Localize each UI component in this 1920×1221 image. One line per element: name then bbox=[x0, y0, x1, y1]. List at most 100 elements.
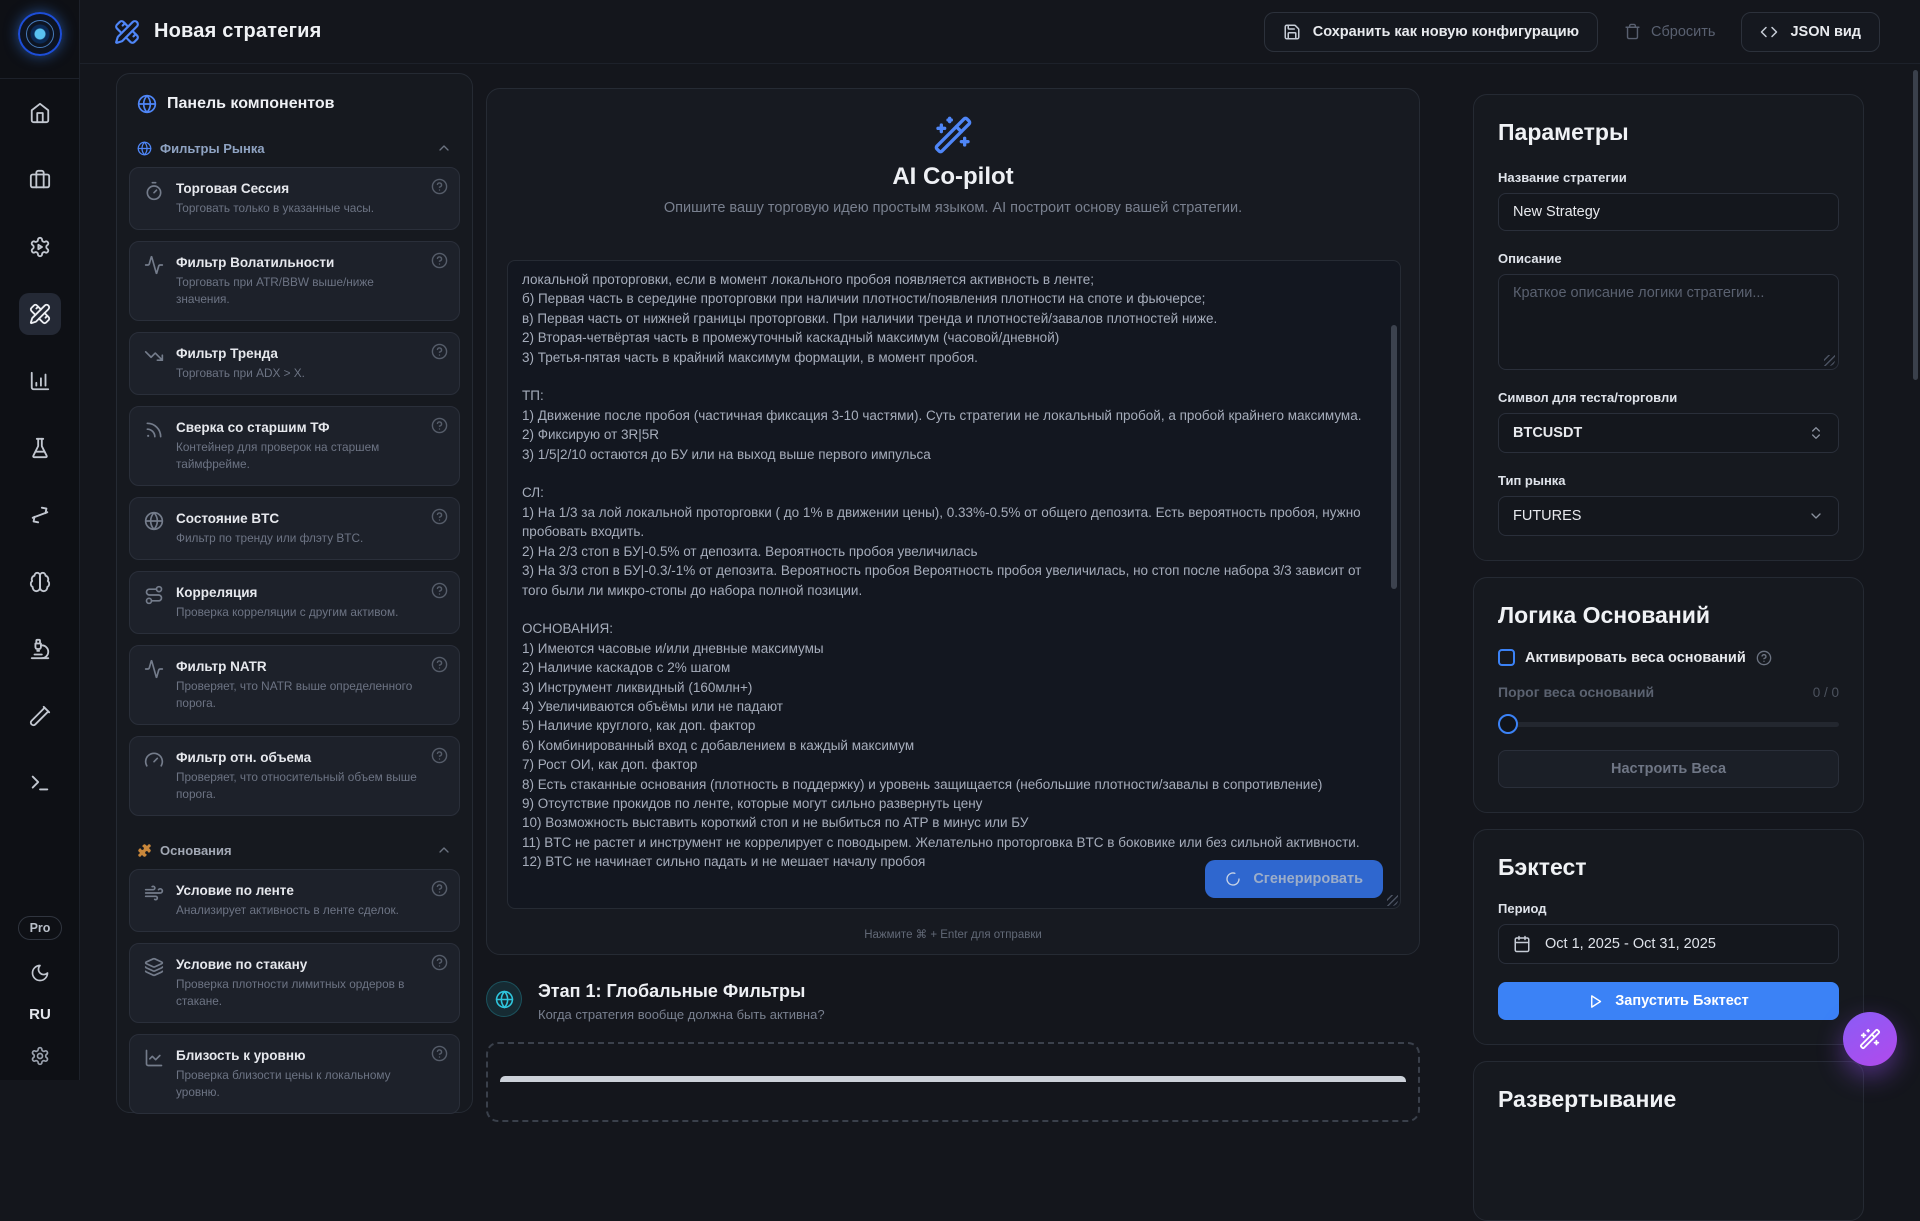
pro-badge[interactable]: Pro bbox=[18, 916, 63, 940]
help-icon[interactable] bbox=[431, 747, 448, 764]
home-icon bbox=[29, 102, 51, 124]
globe-icon bbox=[144, 511, 164, 531]
component-card-level-proximity[interactable]: Близость к уровню Проверка близости цены… bbox=[129, 1034, 460, 1114]
reset-button[interactable]: Сбросить bbox=[1624, 23, 1715, 40]
trending-down-icon bbox=[144, 346, 164, 366]
language-switch[interactable]: RU bbox=[29, 1006, 51, 1023]
description-textarea[interactable]: Краткое описание логики стратегии... bbox=[1498, 274, 1839, 370]
component-card-btc-state[interactable]: Состояние BTC Фильтр по тренду или флэту… bbox=[129, 497, 460, 560]
ai-copilot-card: AI Co-pilot Опишите вашу торговую идею п… bbox=[486, 88, 1420, 955]
help-icon[interactable] bbox=[431, 880, 448, 897]
help-icon[interactable] bbox=[431, 252, 448, 269]
component-card-volatility-filter[interactable]: Фильтр Волатильности Торговать при ATR/B… bbox=[129, 241, 460, 321]
pencil-ruler-icon bbox=[114, 19, 140, 45]
rail-item-analytics[interactable] bbox=[19, 360, 61, 402]
json-view-button[interactable]: JSON вид bbox=[1741, 12, 1880, 52]
help-icon[interactable] bbox=[431, 1045, 448, 1062]
help-icon[interactable] bbox=[1756, 650, 1772, 666]
component-desc: Контейнер для проверок на старшем таймфр… bbox=[176, 439, 423, 473]
wind-icon bbox=[144, 883, 164, 903]
save-config-label: Сохранить как новую конфигурацию bbox=[1313, 24, 1579, 40]
rail-item-home[interactable] bbox=[19, 92, 61, 134]
component-card-htf-check[interactable]: Сверка со старшим ТФ Контейнер для прове… bbox=[129, 406, 460, 486]
component-desc: Анализирует активность в ленте сделок. bbox=[176, 902, 399, 919]
rail-item-terminal[interactable] bbox=[19, 762, 61, 804]
configure-weights-button[interactable]: Настроить Веса bbox=[1498, 750, 1839, 788]
activity-icon bbox=[144, 659, 164, 679]
component-desc: Проверка близости цены к локальному уров… bbox=[176, 1067, 423, 1101]
component-card-tape-condition[interactable]: Условие по ленте Анализирует активность … bbox=[129, 869, 460, 932]
chevron-up-icon[interactable] bbox=[436, 842, 452, 858]
divergence-icon bbox=[29, 504, 51, 526]
moon-icon bbox=[30, 963, 50, 983]
rail-settings[interactable] bbox=[30, 1046, 50, 1066]
flask-icon bbox=[29, 437, 51, 459]
component-card-orderbook-condition[interactable]: Условие по стакану Проверка плотности ли… bbox=[129, 943, 460, 1023]
help-icon[interactable] bbox=[431, 508, 448, 525]
layers-icon bbox=[144, 957, 164, 977]
resize-handle-icon[interactable] bbox=[1824, 355, 1835, 366]
route-icon bbox=[144, 585, 164, 605]
rail-item-lab[interactable] bbox=[19, 427, 61, 469]
component-card-rel-volume-filter[interactable]: Фильтр отн. объема Проверяет, что относи… bbox=[129, 736, 460, 816]
slider-thumb[interactable] bbox=[1498, 714, 1518, 734]
rail-divider bbox=[0, 78, 80, 79]
textarea-scrollbar[interactable] bbox=[1391, 325, 1397, 589]
description-label: Описание bbox=[1498, 251, 1839, 266]
help-icon[interactable] bbox=[431, 178, 448, 195]
component-card-trend-filter[interactable]: Фильтр Тренда Торговать при ADX > X. bbox=[129, 332, 460, 395]
strategy-name-input[interactable] bbox=[1498, 193, 1839, 231]
chevrons-up-down-icon bbox=[1808, 425, 1824, 441]
rail-item-portfolio[interactable] bbox=[19, 159, 61, 201]
component-card-trading-session[interactable]: Торговая Сессия Торговать только в указа… bbox=[129, 167, 460, 230]
help-icon[interactable] bbox=[431, 582, 448, 599]
rail-item-automation[interactable] bbox=[19, 226, 61, 268]
save-config-button[interactable]: Сохранить как новую конфигурацию bbox=[1264, 12, 1598, 52]
chevron-up-icon[interactable] bbox=[436, 140, 452, 156]
slider-track bbox=[1498, 722, 1839, 727]
rail-item-flows[interactable] bbox=[19, 494, 61, 536]
chevron-down-icon bbox=[1808, 508, 1824, 524]
terminal-icon bbox=[29, 772, 51, 794]
top-bar-actions: Сохранить как новую конфигурацию Сбросит… bbox=[1264, 12, 1880, 52]
rail-bottom: Pro RU bbox=[0, 916, 80, 1080]
symbol-select[interactable]: BTCUSDT bbox=[1498, 413, 1839, 453]
component-card-natr-filter[interactable]: Фильтр NATR Проверяет, что NATR выше опр… bbox=[129, 645, 460, 725]
market-type-select[interactable]: FUTURES bbox=[1498, 496, 1839, 536]
run-backtest-button[interactable]: Запустить Бэктест bbox=[1498, 982, 1839, 1020]
app-logo[interactable] bbox=[18, 12, 62, 56]
theme-toggle[interactable] bbox=[30, 963, 50, 983]
components-panel-header: Панель компонентов bbox=[129, 94, 460, 114]
threshold-slider[interactable] bbox=[1498, 714, 1839, 734]
save-icon bbox=[1283, 23, 1301, 41]
page-scrollbar[interactable] bbox=[1913, 70, 1918, 380]
ai-assistant-fab[interactable] bbox=[1843, 1012, 1897, 1066]
help-icon[interactable] bbox=[431, 417, 448, 434]
section-market-filters[interactable]: Фильтры Рынка bbox=[137, 140, 452, 156]
page-title: Новая стратегия bbox=[154, 20, 322, 43]
weights-checkbox[interactable] bbox=[1498, 649, 1515, 666]
section-title: Основания bbox=[160, 843, 232, 858]
period-date-input[interactable]: Oct 1, 2025 - Oct 31, 2025 bbox=[1498, 924, 1839, 964]
component-title: Состояние BTC bbox=[176, 509, 363, 528]
rail-item-journal[interactable] bbox=[19, 695, 61, 737]
left-rail: Pro RU bbox=[0, 0, 80, 1080]
stage-dropzone[interactable] bbox=[486, 1042, 1420, 1122]
weights-checkbox-row: Активировать веса оснований bbox=[1498, 649, 1839, 666]
symbol-label: Символ для теста/торговли bbox=[1498, 390, 1839, 405]
help-icon[interactable] bbox=[431, 343, 448, 360]
help-icon[interactable] bbox=[431, 656, 448, 673]
globe-icon bbox=[495, 990, 514, 1009]
rail-nav bbox=[0, 92, 80, 804]
node-card-top bbox=[500, 1076, 1406, 1082]
help-icon[interactable] bbox=[431, 954, 448, 971]
reset-label: Сбросить bbox=[1651, 24, 1715, 40]
rail-item-research[interactable] bbox=[19, 628, 61, 670]
submit-hint: Нажмите ⌘ + Enter для отправки bbox=[487, 927, 1419, 941]
ai-prompt-textarea[interactable]: локальной проторговки, если в момент лок… bbox=[507, 260, 1401, 909]
generate-button[interactable]: Сгенерировать bbox=[1205, 860, 1383, 898]
section-foundations[interactable]: Основания bbox=[137, 842, 452, 858]
component-card-correlation[interactable]: Корреляция Проверка корреляции с другим … bbox=[129, 571, 460, 634]
rail-item-ai[interactable] bbox=[19, 561, 61, 603]
rail-item-strategy-builder[interactable] bbox=[19, 293, 61, 335]
